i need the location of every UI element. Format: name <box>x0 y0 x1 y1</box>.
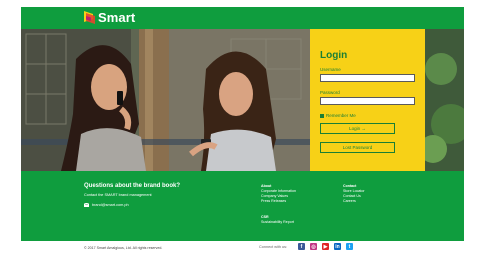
remember-label: Remember Me <box>326 113 356 118</box>
password-input[interactable] <box>320 97 415 105</box>
page-frame: Smart Login Username Password Remember M… <box>21 0 464 265</box>
footer-question-title: Questions about the brand book? <box>84 183 180 189</box>
connect-label: Connect with us: <box>259 245 288 249</box>
remember-checkbox[interactable] <box>320 113 324 118</box>
login-title: Login <box>320 50 348 61</box>
social-links: f ◎ ▶ in t <box>298 243 353 250</box>
login-button[interactable]: Login → <box>320 123 395 134</box>
lost-password-button[interactable]: Lost Password <box>320 142 395 153</box>
mail-icon <box>83 202 90 207</box>
username-label: Username <box>320 67 341 72</box>
remember-me[interactable]: Remember Me <box>320 113 356 118</box>
footer-about-column: About Corporate Information Company Valu… <box>261 184 296 204</box>
password-label: Password <box>320 90 340 95</box>
username-input[interactable] <box>320 74 415 82</box>
facebook-icon[interactable]: f <box>298 243 305 250</box>
twitter-icon[interactable]: t <box>346 243 353 250</box>
login-panel: Login Username Password Remember Me Logi… <box>310 29 425 171</box>
instagram-icon[interactable]: ◎ <box>310 243 317 250</box>
hero-banner: Login Username Password Remember Me Logi… <box>21 29 464 171</box>
brand-name: Smart <box>98 10 136 25</box>
email-link[interactable]: brand@smart.com.ph <box>92 203 129 207</box>
csr-link[interactable]: Sustainability Report <box>261 220 294 225</box>
contact-link[interactable]: Careers <box>343 199 365 204</box>
footer-csr-column: CSR Sustainability Report <box>261 215 294 225</box>
top-header: Smart <box>21 7 464 29</box>
footer-question-sub: Contact the SMART brand management <box>84 193 152 197</box>
youtube-icon[interactable]: ▶ <box>322 243 329 250</box>
about-link[interactable]: Press Releases <box>261 199 296 204</box>
copyright: © 2017 Smart Amalgious, Ltd. All rights … <box>84 246 163 250</box>
footer: Questions about the brand book? Contact … <box>21 171 464 241</box>
linkedin-icon[interactable]: in <box>334 243 341 250</box>
footer-contact-column: Contact Store Locator Contact Us Careers <box>343 184 365 204</box>
smart-logo-icon <box>84 11 95 24</box>
smart-logo[interactable]: Smart <box>84 10 135 25</box>
footer-email[interactable]: brand@smart.com.ph <box>83 202 129 207</box>
